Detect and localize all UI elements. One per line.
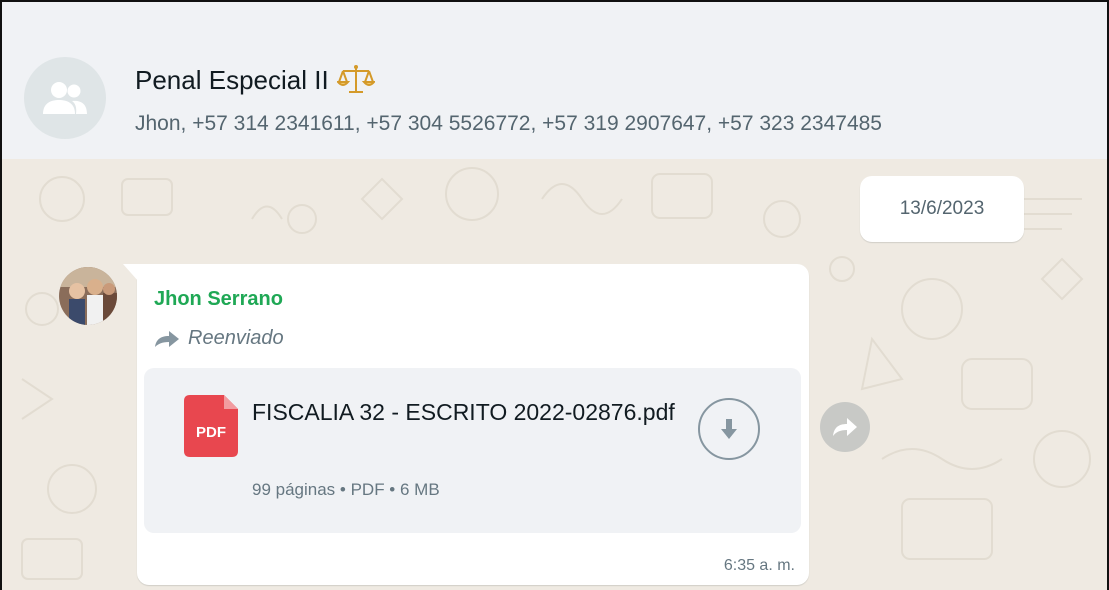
group-icon: [43, 82, 87, 114]
sender-name[interactable]: Jhon Serrano: [154, 288, 283, 311]
bubble-tail: [123, 264, 139, 282]
message-time: 6:35 a. m.: [723, 557, 795, 574]
download-icon: [721, 419, 737, 439]
chat-title-text: Penal Especial II: [135, 64, 329, 95]
forward-icon: [833, 418, 857, 436]
forward-arrow-icon: [155, 330, 179, 347]
chat-window: Penal Especial II Jhon, +57 314 2341611,…: [0, 0, 1109, 590]
sender-avatar[interactable]: [59, 267, 117, 325]
forwarded-text: Reenviado: [188, 327, 284, 349]
date-chip: 13/6/2023: [860, 176, 1024, 242]
document-filename: FISCALIA 32 - ESCRITO 2022-02876.pdf: [252, 399, 675, 425]
pdf-file-icon: PDF: [184, 395, 238, 457]
message-bubble[interactable]: Jhon Serrano Reenviado PDF FISCALIA 32 -…: [123, 264, 809, 585]
forward-button[interactable]: [820, 402, 870, 452]
forwarded-label: Reenviado: [154, 327, 284, 350]
chat-members[interactable]: Jhon, +57 314 2341611, +57 304 5526772, …: [135, 112, 882, 136]
chat-header[interactable]: Penal Especial II Jhon, +57 314 2341611,…: [2, 2, 1107, 159]
group-avatar[interactable]: [24, 57, 106, 139]
pdf-icon-label: PDF: [196, 424, 226, 441]
message-area[interactable]: 13/6/2023 Jhon Serrano Reenviado PDF FIS…: [2, 159, 1107, 590]
chat-title[interactable]: Penal Especial II: [135, 64, 375, 96]
profile-photo: [59, 267, 117, 325]
balance-scale-icon: [336, 65, 375, 93]
document-attachment[interactable]: PDF FISCALIA 32 - ESCRITO 2022-02876.pdf…: [144, 368, 801, 533]
download-button[interactable]: [698, 398, 760, 460]
document-meta: 99 páginas • PDF • 6 MB: [252, 480, 440, 499]
